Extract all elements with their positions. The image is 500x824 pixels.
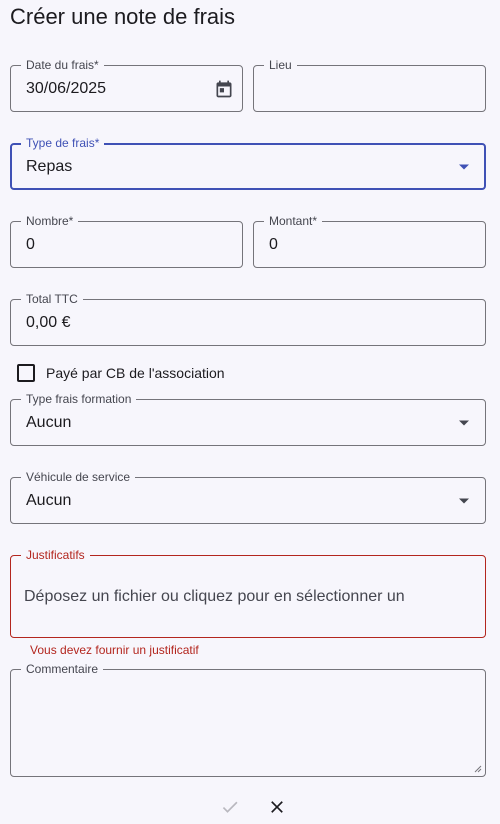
type-frais-select[interactable]: Type de frais* Repas — [10, 136, 486, 190]
type-frais-label: Type de frais* — [21, 136, 105, 150]
check-icon — [222, 801, 238, 813]
justificatifs-placeholder: Déposez un fichier ou cliquez pour en sé… — [24, 587, 405, 605]
date-field-label: Date du frais* — [21, 58, 104, 72]
total-ttc-field[interactable]: Total TTC 0,00 € — [10, 292, 486, 346]
calendar-icon[interactable] — [214, 79, 234, 99]
montant-field[interactable]: Montant* 0 — [253, 214, 486, 268]
vehicule-value: Aucun — [26, 491, 72, 509]
nombre-field-label: Nombre* — [21, 214, 79, 228]
date-field[interactable]: Date du frais* 30/06/2025 — [10, 58, 243, 112]
cancel-button[interactable] — [265, 795, 289, 819]
justificatifs-label: Justificatifs — [21, 548, 90, 562]
form-actions — [0, 795, 500, 819]
nombre-field-value: 0 — [26, 235, 35, 253]
formation-value: Aucun — [26, 413, 72, 431]
date-field-value: 30/06/2025 — [26, 79, 107, 97]
lieu-field[interactable]: Lieu — [253, 58, 486, 112]
formation-select[interactable]: Type frais formation Aucun — [10, 392, 486, 446]
lieu-field-label: Lieu — [264, 58, 297, 72]
justificatifs-dropzone[interactable]: Justificatifs Déposez un fichier ou cliq… — [10, 548, 486, 638]
formation-label: Type frais formation — [21, 392, 137, 406]
montant-field-label: Montant* — [264, 214, 323, 228]
type-frais-value: Repas — [26, 157, 73, 175]
page-title: Créer une note de frais — [10, 4, 236, 29]
paye-cb-checkbox[interactable] — [17, 364, 35, 382]
commentaire-label: Commentaire — [21, 662, 104, 676]
vehicule-label: Véhicule de service — [21, 470, 136, 484]
close-icon — [271, 801, 283, 813]
chevron-down-icon — [459, 164, 469, 169]
paye-cb-row[interactable]: Payé par CB de l'association — [17, 364, 225, 382]
chevron-down-icon — [459, 498, 469, 503]
commentaire-textarea[interactable]: Commentaire — [10, 662, 486, 777]
nombre-field[interactable]: Nombre* 0 — [10, 214, 243, 268]
total-ttc-value: 0,00 € — [26, 313, 71, 331]
chevron-down-icon — [459, 420, 469, 425]
total-ttc-label: Total TTC — [21, 292, 83, 306]
paye-cb-label[interactable]: Payé par CB de l'association — [46, 365, 225, 381]
justificatifs-error: Vous devez fournir un justificatif — [30, 643, 199, 657]
confirm-button[interactable] — [218, 795, 242, 819]
resize-handle-icon[interactable] — [474, 765, 482, 773]
montant-field-value: 0 — [269, 235, 278, 253]
vehicule-select[interactable]: Véhicule de service Aucun — [10, 470, 486, 524]
